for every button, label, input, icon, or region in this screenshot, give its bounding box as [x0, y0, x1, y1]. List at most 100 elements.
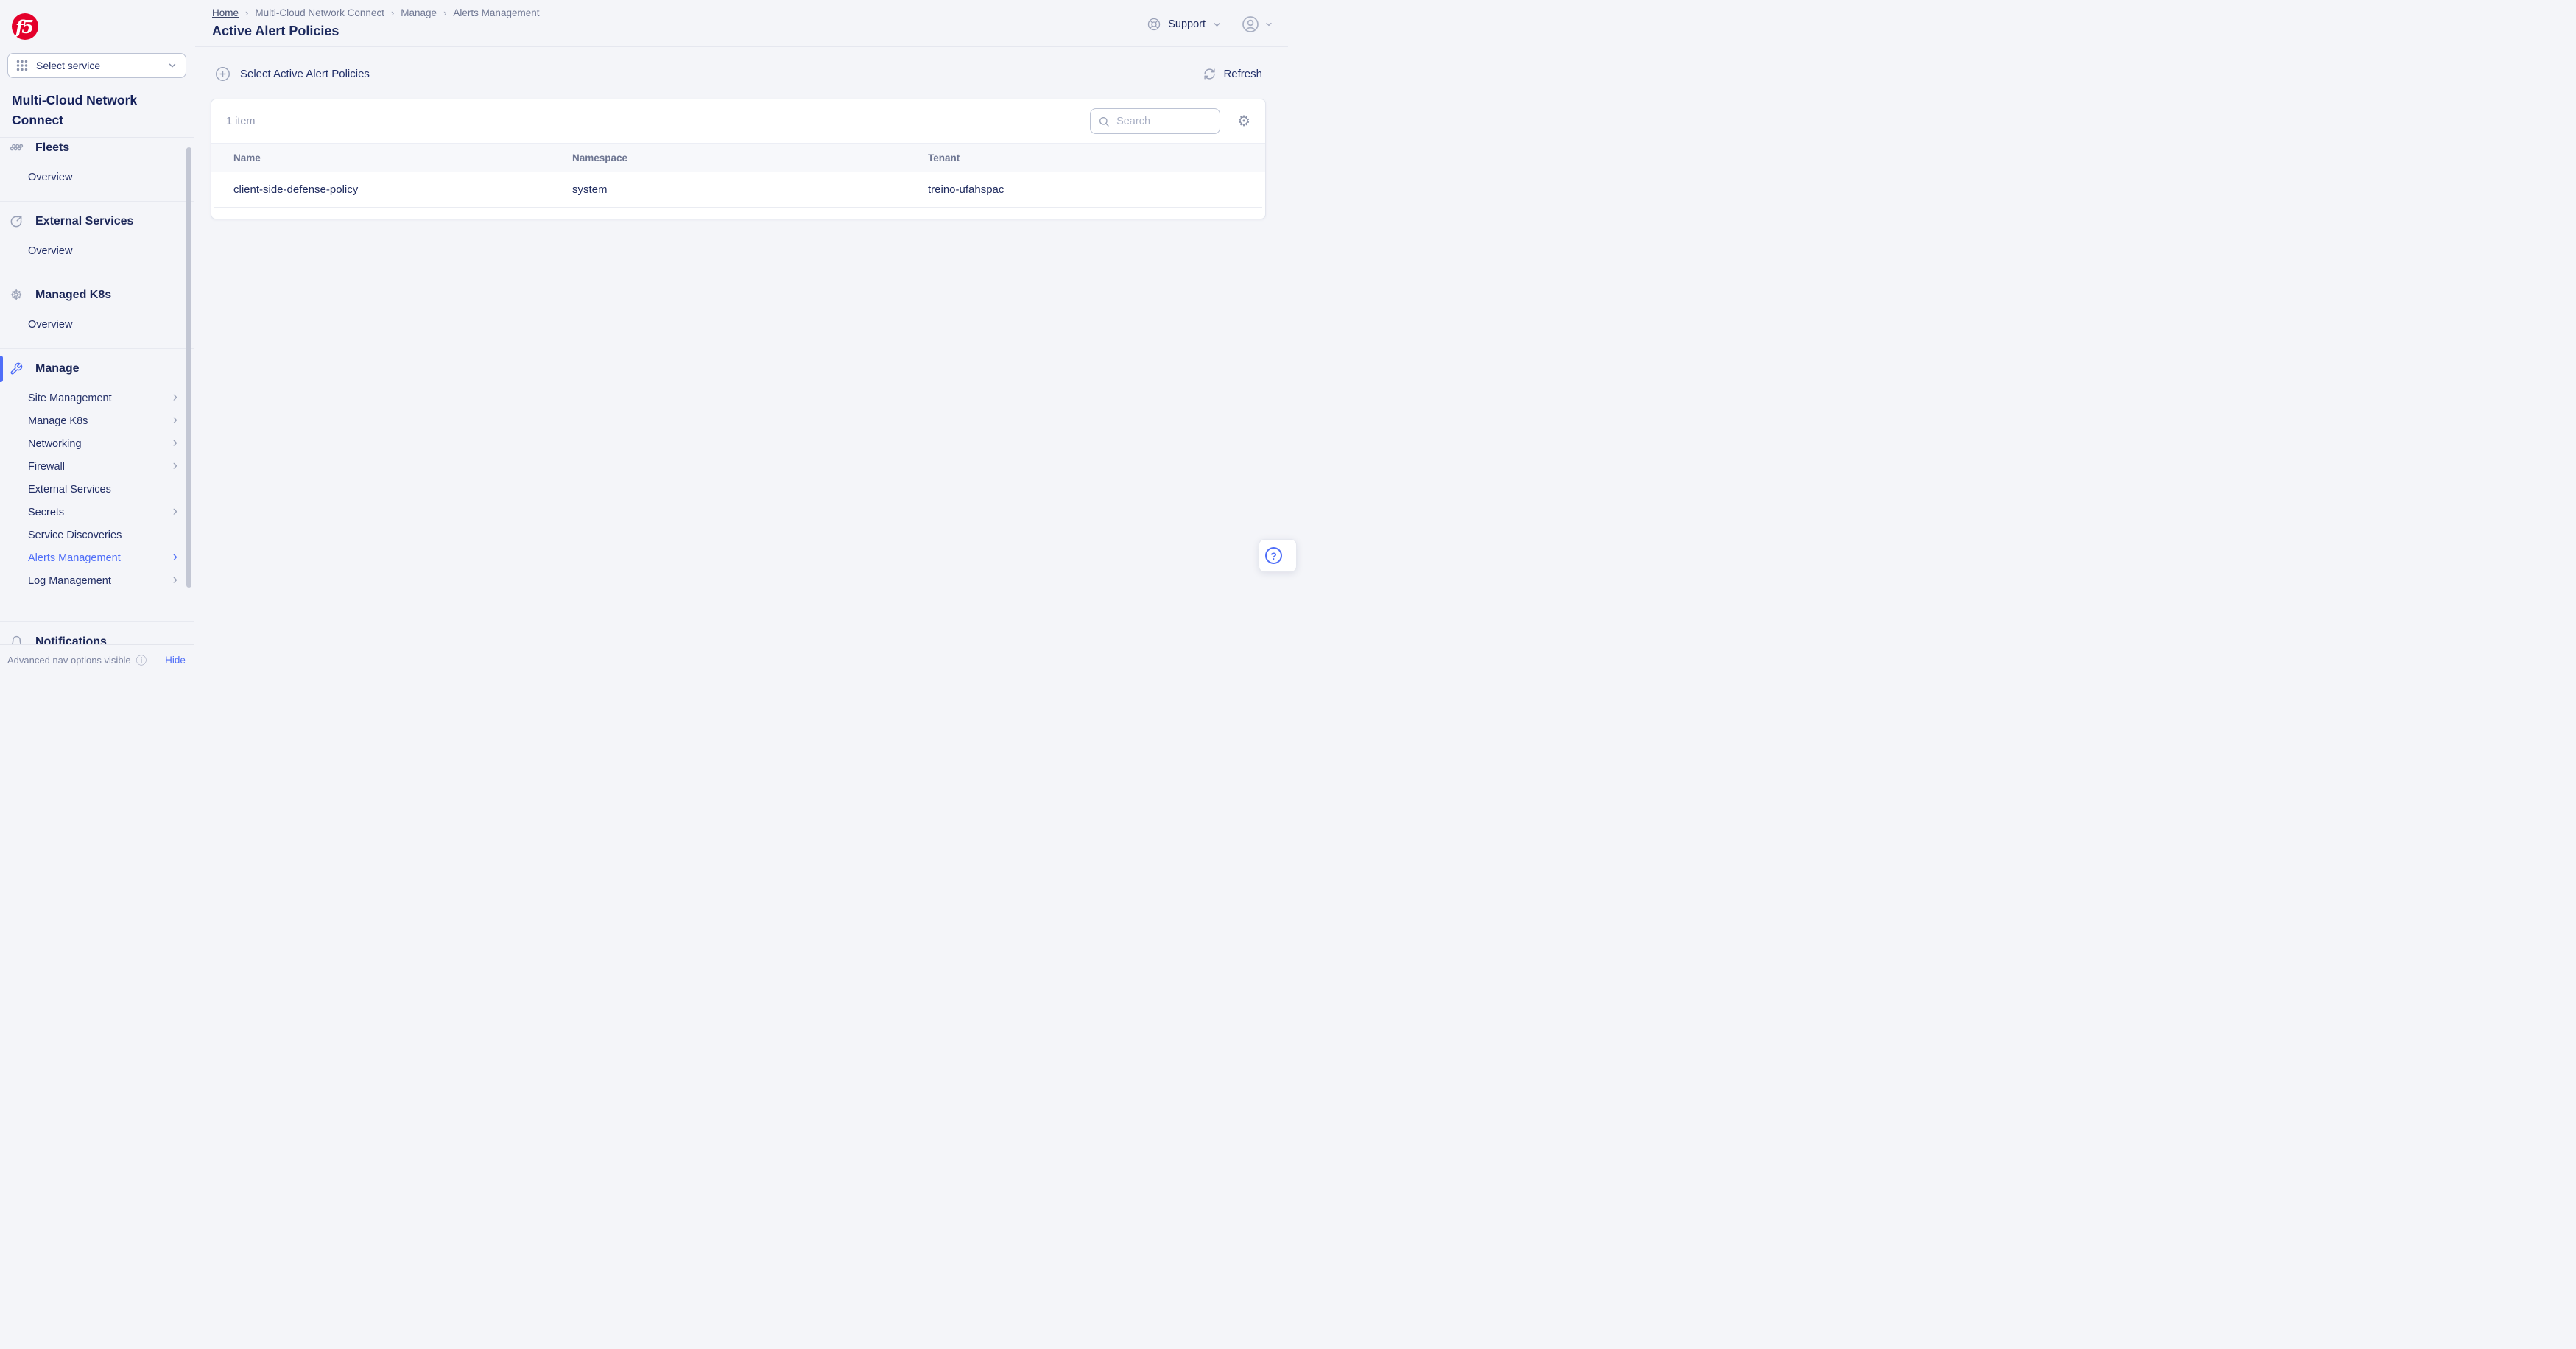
chevron-right-icon: [173, 459, 177, 473]
table-card-header: 1 item: [211, 99, 1265, 143]
select-service-dropdown[interactable]: Select service: [7, 53, 186, 78]
search-input[interactable]: [1116, 116, 1212, 127]
sidebar-item-fleets-overview[interactable]: Overview: [0, 163, 194, 192]
select-active-alert-policies-button[interactable]: Select Active Alert Policies: [215, 66, 370, 82]
user-avatar-icon: [1242, 15, 1259, 33]
external-services-icon: [9, 214, 24, 229]
f5-logo-text: f5: [15, 16, 32, 38]
sidebar-item-log-management[interactable]: Log Management: [0, 569, 194, 592]
card-bottom-padding: [211, 208, 1265, 219]
refresh-label: Refresh: [1223, 68, 1262, 80]
fleets-icon: [9, 141, 24, 155]
sidebar-item-site-management[interactable]: Site Management: [0, 387, 194, 409]
product-title: Multi-Cloud Network Connect: [12, 91, 152, 130]
breadcrumb-item: Multi-Cloud Network Connect: [255, 7, 384, 18]
nav-section-fleets: Fleets Overview: [0, 137, 194, 202]
question-mark-glyph: ?: [1270, 550, 1277, 562]
breadcrumb-item: Manage: [401, 7, 437, 18]
question-mark-icon: ?: [1265, 547, 1282, 564]
sidebar-item-service-discoveries[interactable]: Service Discoveries: [0, 524, 194, 546]
managed-k8s-icon: [9, 289, 24, 303]
sidebar-scrollbar[interactable]: [186, 147, 191, 588]
sidebar-item-manage-k8s[interactable]: Manage K8s: [0, 409, 194, 432]
header-actions: Support: [1147, 15, 1273, 33]
nav-section-manage: Manage Site Management Manage K8s Networ…: [0, 349, 194, 622]
table-search: [1090, 108, 1220, 134]
sidebar-item-external-services-overview[interactable]: Overview: [0, 236, 194, 266]
help-button[interactable]: ?: [1259, 539, 1297, 572]
sidebar-item-firewall[interactable]: Firewall: [0, 455, 194, 478]
sidebar-item-managed-k8s-overview[interactable]: Overview: [0, 310, 194, 339]
chevron-right-icon: [173, 413, 177, 427]
menu-item-label: Service Discoveries: [28, 529, 122, 541]
nav-section-external-services: External Services Overview: [0, 202, 194, 275]
sidebar-nav: Fleets Overview External Services Overvi…: [0, 137, 194, 674]
chevron-right-icon: [173, 504, 177, 518]
sidebar-header: f5 Select service Multi-Cloud Network Co…: [0, 0, 194, 130]
menu-item-label: Firewall: [28, 461, 65, 473]
nav-section-managed-k8s: Managed K8s Overview: [0, 275, 194, 349]
table-header-row: Name Namespace Tenant: [211, 143, 1265, 172]
manage-menu: Site Management Manage K8s Networking Fi…: [0, 384, 194, 613]
sidebar-item-label: External Services: [35, 215, 133, 228]
policies-table-card: 1 item Name Namespace Tenant client-side…: [211, 99, 1266, 219]
select-service-label: Select service: [36, 60, 167, 71]
sidebar-item-manage[interactable]: Manage: [0, 354, 194, 384]
column-header-name[interactable]: Name: [211, 144, 550, 172]
sidebar-item-secrets[interactable]: Secrets: [0, 501, 194, 524]
sidebar-item-label: Managed K8s: [35, 289, 111, 302]
cell-tenant: treino-ufahspac: [906, 172, 1265, 207]
cell-namespace: system: [550, 172, 906, 207]
column-header-namespace[interactable]: Namespace: [550, 144, 906, 172]
item-count: 1 item: [226, 116, 256, 127]
breadcrumb: Home Multi-Cloud Network Connect Manage …: [212, 7, 1273, 18]
search-icon: [1098, 116, 1110, 127]
breadcrumb-home-link[interactable]: Home: [212, 7, 239, 18]
menu-item-label: Site Management: [28, 392, 112, 404]
select-policies-label: Select Active Alert Policies: [240, 68, 370, 80]
grid-icon: [16, 60, 28, 71]
page-header: Home Multi-Cloud Network Connect Manage …: [195, 0, 1288, 47]
support-label: Support: [1168, 18, 1206, 30]
refresh-button[interactable]: Refresh: [1203, 68, 1262, 80]
sidebar-item-external-services[interactable]: External Services: [0, 207, 194, 236]
chevron-right-icon: [173, 573, 177, 587]
manage-wrench-icon: [9, 362, 24, 376]
life-buoy-icon: [1147, 18, 1161, 31]
chevron-right-icon: [173, 436, 177, 450]
info-icon: [136, 652, 147, 668]
sidebar-footer: Advanced nav options visible Hide: [0, 644, 194, 674]
menu-item-label: Secrets: [28, 507, 64, 518]
plus-circle-icon: [215, 66, 230, 82]
cell-name: client-side-defense-policy: [211, 172, 550, 207]
sidebar-item-managed-k8s[interactable]: Managed K8s: [0, 281, 194, 310]
main-content: Home Multi-Cloud Network Connect Manage …: [195, 0, 1288, 674]
table-settings-gear-icon[interactable]: [1237, 114, 1250, 129]
breadcrumb-item: Alerts Management: [453, 7, 539, 18]
support-menu[interactable]: Support: [1147, 18, 1222, 31]
page-title: Active Alert Policies: [212, 24, 1273, 39]
table-row[interactable]: client-side-defense-policy system treino…: [211, 172, 1265, 207]
sidebar-item-networking[interactable]: Networking: [0, 432, 194, 455]
chevron-right-icon: [173, 550, 177, 564]
sidebar-item-label: Manage: [35, 362, 80, 376]
advanced-nav-status: Advanced nav options visible: [7, 655, 131, 666]
menu-item-label: External Services: [28, 484, 111, 496]
toolbar: Select Active Alert Policies Refresh: [195, 63, 1288, 84]
breadcrumb-separator-icon: [443, 7, 446, 18]
sidebar-item-external-services-manage[interactable]: External Services: [0, 478, 194, 501]
chevron-right-icon: [173, 390, 177, 404]
sidebar-item-label: Fleets: [35, 141, 69, 155]
breadcrumb-separator-icon: [245, 7, 248, 18]
column-header-tenant[interactable]: Tenant: [906, 144, 1265, 172]
refresh-icon: [1203, 68, 1216, 80]
account-menu[interactable]: [1242, 15, 1273, 33]
sidebar: f5 Select service Multi-Cloud Network Co…: [0, 0, 194, 674]
hide-advanced-nav-link[interactable]: Hide: [165, 655, 186, 666]
chevron-down-icon: [167, 60, 177, 71]
sidebar-item-fleets[interactable]: Fleets: [0, 137, 194, 163]
chevron-down-icon: [1264, 20, 1273, 29]
f5-logo: f5: [12, 13, 38, 40]
menu-item-label: Log Management: [28, 575, 111, 587]
sidebar-item-alerts-management[interactable]: Alerts Management: [0, 546, 194, 569]
